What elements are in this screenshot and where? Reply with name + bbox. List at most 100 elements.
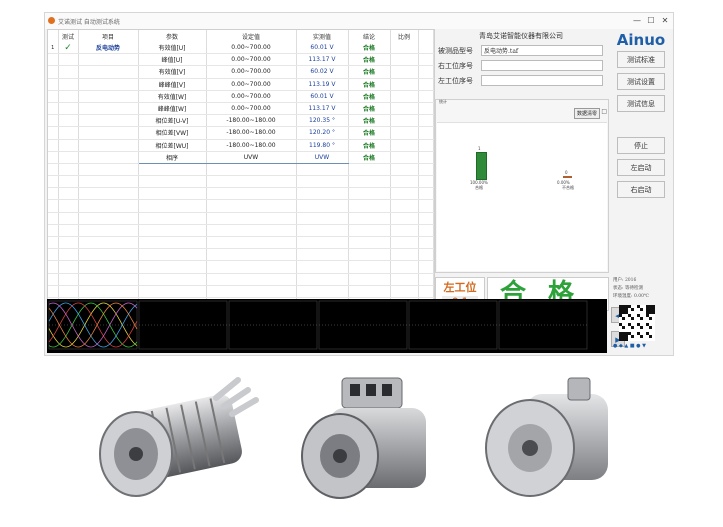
- empty-cell: [296, 236, 349, 250]
- result-cell: 合格: [348, 126, 391, 140]
- param-cell: 峰峰值[W]: [138, 102, 207, 116]
- test-standard-button[interactable]: 测试标准: [617, 51, 665, 68]
- empty-cell: [138, 163, 207, 177]
- filler-cell: [418, 175, 434, 189]
- filler-cell: [418, 285, 434, 298]
- empty-cell: [348, 260, 391, 274]
- ratio-cell: [390, 102, 419, 116]
- test-info-button[interactable]: 测试信息: [617, 95, 665, 112]
- item-cell: [78, 53, 139, 67]
- motor-image-1: [99, 377, 259, 497]
- fail-bar: [563, 176, 572, 178]
- item-cell: [78, 273, 139, 286]
- empty-cell: [206, 212, 297, 225]
- measured-cell: 119.80 °: [296, 139, 349, 152]
- row-index: [48, 53, 59, 67]
- table-header-row: 测试 项目 参数 设定值 实测值 结论 比例: [48, 30, 434, 42]
- result-cell: 合格: [348, 102, 391, 116]
- measured-cell: 60.02 V: [296, 65, 349, 79]
- table-row: [48, 285, 434, 298]
- result-cell: 合格: [348, 53, 391, 67]
- table-row: [48, 212, 434, 225]
- filler-cell: [418, 199, 434, 213]
- measured-cell: 120.35 °: [296, 114, 349, 128]
- user-label: 用户: 2016: [613, 278, 637, 283]
- param-cell: 相序: [138, 150, 207, 164]
- maximize-button[interactable]: ☐: [645, 15, 657, 27]
- ratio-cell: [390, 175, 419, 189]
- empty-cell: [348, 212, 391, 225]
- param-cell: 有效值[W]: [138, 90, 207, 103]
- item-cell: [78, 126, 139, 140]
- filler-cell: [418, 273, 434, 286]
- statistics-chart: 统计 数据清零 □ 1 100.00% 合格 0 0.00% 不合格: [435, 99, 609, 273]
- motor-image-2: [301, 377, 426, 499]
- right-serial-field[interactable]: [481, 60, 603, 71]
- item-cell: [78, 212, 139, 225]
- empty-cell: [138, 248, 207, 262]
- left-start-button[interactable]: 左启动: [617, 159, 665, 176]
- test-check-cell[interactable]: ✓: [58, 42, 79, 55]
- filler-cell: [418, 151, 434, 164]
- empty-cell: [296, 212, 349, 225]
- info-panel: 青岛艾诺智能仪器有限公司 被测品型号 反电动势.taf 右工位序号 左工位序号 …: [435, 29, 609, 311]
- bar-count-label: 1: [478, 146, 481, 151]
- table-row: 有效值[V] 0.00~700.00 60.02 V 合格: [48, 65, 434, 79]
- clear-data-button[interactable]: 数据清零: [573, 108, 600, 119]
- table-row: [48, 273, 434, 286]
- ratio-cell: [390, 163, 419, 177]
- bar-count-label: 0: [565, 170, 568, 175]
- test-check-cell: [58, 90, 79, 103]
- test-check-cell: [58, 224, 79, 238]
- table-row: [48, 187, 434, 201]
- empty-cell: [296, 260, 349, 274]
- filler-cell: [418, 224, 434, 238]
- ratio-cell: [390, 224, 419, 238]
- minimize-button[interactable]: —: [631, 15, 643, 27]
- empty-cell: [296, 273, 349, 286]
- model-field[interactable]: 反电动势.taf: [481, 45, 603, 56]
- checkbox[interactable]: □: [601, 108, 607, 115]
- table-row: 1 ✓ 反电动势 有效值[U] 0.00~700.00 60.01 V 合格: [48, 42, 434, 55]
- test-check-cell: [58, 163, 79, 177]
- ratio-cell: [390, 78, 419, 91]
- test-check-cell: [58, 126, 79, 140]
- ratio-cell: [390, 187, 419, 201]
- measured-cell: 113.17 V: [296, 102, 349, 116]
- tab-statistics[interactable]: 统计: [439, 99, 447, 105]
- station-label: 左工位: [443, 281, 477, 294]
- filler-cell: [418, 102, 434, 116]
- set-cell: -180.00~180.00: [206, 114, 297, 128]
- test-settings-button[interactable]: 测试设置: [617, 73, 665, 90]
- left-serial-field[interactable]: [481, 75, 603, 86]
- close-button[interactable]: ✕: [659, 15, 671, 27]
- test-check-cell: [58, 236, 79, 250]
- test-check-cell: [58, 65, 79, 79]
- measured-cell: 60.01 V: [296, 42, 349, 55]
- empty-cell: [296, 199, 349, 213]
- set-cell: -180.00~180.00: [206, 139, 297, 152]
- test-check-cell: [58, 199, 79, 213]
- filler-cell: [418, 248, 434, 262]
- filler-cell: [418, 236, 434, 250]
- ratio-cell: [390, 199, 419, 213]
- set-cell: 0.00~700.00: [206, 90, 297, 103]
- item-cell: [78, 78, 139, 91]
- table-row: [48, 224, 434, 238]
- ratio-cell: [390, 248, 419, 262]
- stop-button[interactable]: 停止: [617, 137, 665, 154]
- row-index: [48, 126, 59, 140]
- measured-cell: 113.17 V: [296, 53, 349, 67]
- empty-cell: [296, 248, 349, 262]
- row-index: [48, 65, 59, 79]
- ratio-cell: [390, 273, 419, 286]
- right-start-button[interactable]: 右启动: [617, 181, 665, 198]
- empty-cell: [206, 199, 297, 213]
- test-check-cell: [58, 248, 79, 262]
- empty-cell: [348, 199, 391, 213]
- set-cell: 0.00~700.00: [206, 65, 297, 79]
- empty-cell: [348, 236, 391, 250]
- empty-cell: [296, 224, 349, 238]
- row-index: [48, 212, 59, 225]
- header-ratio: 比例: [390, 30, 419, 42]
